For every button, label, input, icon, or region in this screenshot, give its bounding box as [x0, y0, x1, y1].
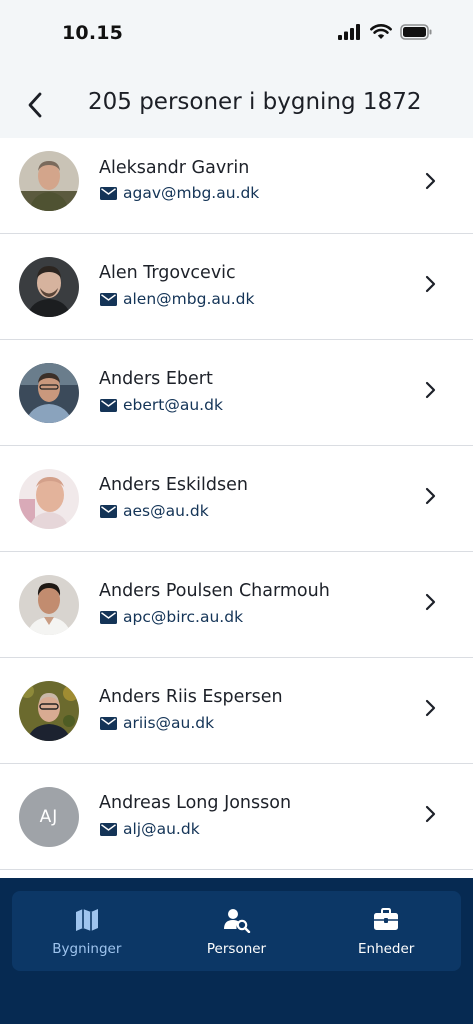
signal-icon [338, 24, 360, 40]
briefcase-icon [374, 908, 399, 930]
avatar [19, 575, 79, 635]
back-button[interactable] [18, 88, 52, 122]
person-row[interactable]: Anders Eskildsen aes@au.dk [0, 446, 473, 552]
person-name: Andreas Long Jonsson [99, 793, 292, 813]
person-row[interactable]: Aleksandr Gavrin agav@mbg.au.dk [0, 138, 473, 234]
tab-personer[interactable]: Personer [162, 891, 312, 971]
person-row[interactable]: Anders Riis Espersen ariis@au.dk [0, 658, 473, 764]
avatar [19, 469, 79, 529]
person-name: Aleksandr Gavrin [99, 158, 250, 178]
wifi-icon [370, 24, 392, 39]
email-line[interactable]: aes@au.dk [100, 502, 209, 520]
chevron-right-icon [425, 593, 436, 611]
person-row[interactable]: Alen Trgovcevic alen@mbg.au.dk [0, 234, 473, 340]
map-icon [75, 909, 98, 931]
avatar [19, 151, 79, 211]
mail-icon [100, 610, 117, 624]
email-line[interactable]: apc@birc.au.dk [100, 608, 243, 626]
bottom-area: Bygninger Personer Enheder [0, 878, 473, 1024]
person-row[interactable]: AJ Andreas Long Jonsson alj@au.dk [0, 764, 473, 870]
person-name: Anders Poulsen Charmouh [99, 581, 330, 601]
avatar [19, 681, 79, 741]
mail-icon [100, 822, 117, 836]
tab-enheder[interactable]: Enheder [311, 891, 461, 971]
email-line[interactable]: alj@au.dk [100, 820, 200, 838]
email-line[interactable]: alen@mbg.au.dk [100, 290, 254, 308]
chevron-right-icon [425, 699, 436, 717]
chevron-right-icon [425, 487, 436, 505]
avatar [19, 363, 79, 423]
person-row[interactable]: Anders Ebert ebert@au.dk [0, 340, 473, 446]
person-email: apc@birc.au.dk [123, 608, 244, 626]
chevron-left-icon [28, 92, 42, 118]
chevron-right-icon [425, 805, 436, 823]
email-line[interactable]: ebert@au.dk [100, 396, 223, 414]
person-row[interactable]: Anders Poulsen Charmouh apc@birc.au.dk [0, 552, 473, 658]
person-name: Anders Eskildsen [99, 475, 248, 495]
tab-bar: Bygninger Personer Enheder [12, 891, 461, 971]
person-name: Anders Riis Espersen [99, 687, 283, 707]
person-name: Alen Trgovcevic [99, 263, 236, 283]
tab-label: Bygninger [52, 941, 122, 957]
person-search-icon [223, 909, 250, 933]
page-title: 205 personer i bygning 1872 [88, 89, 422, 115]
person-email: aes@au.dk [123, 502, 209, 520]
battery-icon [400, 24, 432, 40]
tab-label: Enheder [357, 941, 415, 957]
avatar [19, 257, 79, 317]
chevron-right-icon [425, 172, 436, 190]
email-line[interactable]: ariis@au.dk [100, 714, 214, 732]
person-name: Anders Ebert [99, 369, 213, 389]
avatar-initials: AJ [19, 787, 79, 847]
person-email: ebert@au.dk [123, 396, 223, 414]
mail-icon [100, 398, 117, 412]
mail-icon [100, 186, 117, 200]
person-email: alj@au.dk [123, 820, 200, 838]
header: 205 personer i bygning 1872 [0, 70, 473, 138]
tab-label: Personer [206, 941, 267, 957]
person-email: agav@mbg.au.dk [123, 184, 260, 202]
email-line[interactable]: agav@mbg.au.dk [100, 184, 259, 202]
people-list: Aleksandr Gavrin agav@mbg.au.dk Alen Trg… [0, 138, 473, 878]
mail-icon [100, 504, 117, 518]
chevron-right-icon [425, 275, 436, 293]
person-email: ariis@au.dk [123, 714, 215, 732]
status-time: 10.15 [62, 22, 124, 44]
mail-icon [100, 292, 117, 306]
chevron-right-icon [425, 381, 436, 399]
status-bar: 10.15 [0, 0, 473, 70]
mail-icon [100, 716, 117, 730]
tab-bygninger[interactable]: Bygninger [12, 891, 162, 971]
person-email: alen@mbg.au.dk [123, 290, 255, 308]
status-icons [338, 24, 433, 40]
